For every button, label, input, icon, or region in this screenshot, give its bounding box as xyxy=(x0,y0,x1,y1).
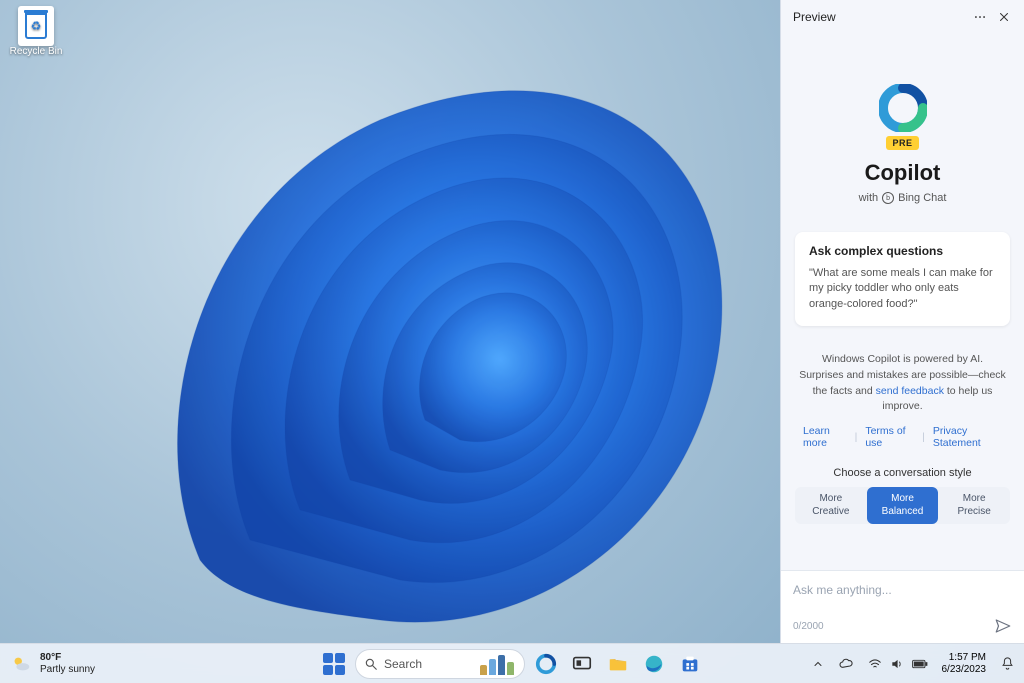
copilot-subtitle: with b Bing Chat xyxy=(859,192,947,204)
example-card-title: Ask complex questions xyxy=(809,244,996,258)
desktop: ♻ Recycle Bin Preview PRE Copilot with xyxy=(0,0,1024,683)
terms-link[interactable]: Terms of use xyxy=(857,425,922,449)
task-view-icon xyxy=(571,653,593,675)
recycle-bin-icon[interactable]: ♻ Recycle Bin xyxy=(6,6,66,57)
copilot-icon xyxy=(535,653,557,675)
onedrive-tray[interactable] xyxy=(832,649,860,679)
system-tray[interactable] xyxy=(862,649,934,679)
recycle-bin-glyph: ♻ xyxy=(18,6,54,46)
store-icon xyxy=(679,653,701,675)
copilot-header: Preview xyxy=(781,0,1024,34)
send-icon[interactable] xyxy=(994,617,1012,635)
bell-icon xyxy=(1000,656,1015,671)
more-icon xyxy=(973,10,987,24)
copilot-header-title: Preview xyxy=(789,10,968,24)
learn-more-link[interactable]: Learn more xyxy=(795,425,855,449)
search-illustration xyxy=(480,653,520,675)
example-card[interactable]: Ask complex questions "What are some mea… xyxy=(795,232,1010,326)
example-card-text: "What are some meals I can make for my p… xyxy=(809,266,996,312)
weather-temp: 80°F xyxy=(40,652,95,664)
style-creative[interactable]: More Creative xyxy=(795,487,867,524)
wallpaper-bloom xyxy=(80,0,780,640)
style-label-line2: Balanced xyxy=(867,506,939,519)
folder-icon xyxy=(607,653,629,675)
search-box[interactable]: Search xyxy=(355,649,525,679)
style-selector: More Creative More Balanced More Precise xyxy=(795,487,1010,524)
style-label-line1: More xyxy=(867,493,939,506)
pre-badge: PRE xyxy=(886,136,918,150)
style-label-line2: Creative xyxy=(795,506,867,519)
copilot-title: Copilot xyxy=(865,160,941,186)
clock-time: 1:57 PM xyxy=(942,652,987,664)
file-explorer-button[interactable] xyxy=(603,649,633,679)
taskbar: 80°F Partly sunny Search xyxy=(0,643,1024,683)
tray-overflow[interactable] xyxy=(806,649,830,679)
info-links: Learn more | Terms of use | Privacy Stat… xyxy=(795,425,1010,449)
search-icon xyxy=(364,657,378,671)
chat-input-area: 0/2000 xyxy=(781,570,1024,643)
chevron-up-icon xyxy=(812,658,824,670)
wifi-icon xyxy=(868,657,882,671)
edge-icon xyxy=(643,653,665,675)
more-options-button[interactable] xyxy=(968,5,992,29)
style-label-line1: More xyxy=(938,493,1010,506)
close-icon xyxy=(998,11,1010,23)
privacy-link[interactable]: Privacy Statement xyxy=(925,425,1010,449)
send-feedback-link[interactable]: send feedback xyxy=(876,385,944,397)
close-button[interactable] xyxy=(992,5,1016,29)
style-label-line1: More xyxy=(795,493,867,506)
recycle-bin-label: Recycle Bin xyxy=(10,46,63,57)
copilot-logo-icon xyxy=(879,84,927,132)
with-prefix: with xyxy=(859,192,879,204)
copilot-taskbar-button[interactable] xyxy=(531,649,561,679)
battery-icon xyxy=(912,658,928,670)
weather-text: 80°F Partly sunny xyxy=(40,652,95,675)
style-label-line2: Precise xyxy=(938,506,1010,519)
weather-icon xyxy=(10,653,32,675)
style-balanced[interactable]: More Balanced xyxy=(867,487,939,524)
notifications-button[interactable] xyxy=(994,649,1020,679)
store-button[interactable] xyxy=(675,649,705,679)
with-service: Bing Chat xyxy=(898,192,946,204)
task-view-button[interactable] xyxy=(567,649,597,679)
disclaimer-text: Windows Copilot is powered by AI. Surpri… xyxy=(795,352,1010,415)
windows-logo-icon xyxy=(323,653,345,675)
chat-input[interactable] xyxy=(793,583,1012,597)
cloud-icon xyxy=(838,656,854,672)
taskbar-center: Search xyxy=(319,644,705,683)
clock[interactable]: 1:57 PM 6/23/2023 xyxy=(936,652,993,675)
start-button[interactable] xyxy=(319,649,349,679)
copilot-panel: Preview PRE Copilot with b Bing Chat xyxy=(780,0,1024,643)
style-heading: Choose a conversation style xyxy=(833,467,971,479)
clock-date: 6/23/2023 xyxy=(942,664,987,676)
char-counter: 0/2000 xyxy=(793,621,824,632)
weather-widget[interactable]: 80°F Partly sunny xyxy=(0,644,105,683)
volume-icon xyxy=(890,657,904,671)
taskbar-right: 1:57 PM 6/23/2023 xyxy=(806,644,1024,683)
bing-icon: b xyxy=(882,192,894,204)
weather-condition: Partly sunny xyxy=(40,664,95,676)
style-precise[interactable]: More Precise xyxy=(938,487,1010,524)
search-placeholder: Search xyxy=(384,657,422,671)
copilot-body: PRE Copilot with b Bing Chat Ask complex… xyxy=(781,34,1024,570)
edge-button[interactable] xyxy=(639,649,669,679)
